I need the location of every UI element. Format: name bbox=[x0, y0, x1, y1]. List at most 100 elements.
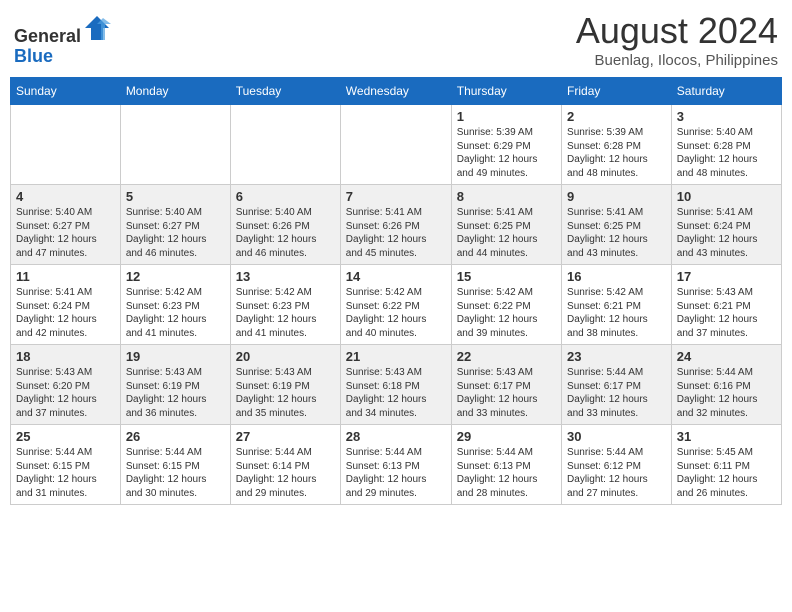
day-info: Sunrise: 5:43 AM Sunset: 6:21 PM Dayligh… bbox=[677, 286, 776, 340]
day-number: 18 bbox=[16, 349, 115, 364]
calendar-cell: 11Sunrise: 5:41 AM Sunset: 6:24 PM Dayli… bbox=[11, 265, 121, 345]
day-info: Sunrise: 5:44 AM Sunset: 6:13 PM Dayligh… bbox=[346, 446, 446, 500]
calendar-cell bbox=[120, 105, 230, 185]
day-info: Sunrise: 5:42 AM Sunset: 6:23 PM Dayligh… bbox=[126, 286, 225, 340]
calendar-cell: 25 Sunrise: 5:44 AM Sunset: 6:15 PM Dayli… bbox=[11, 425, 121, 505]
calendar-cell: 16 Sunrise: 5:42 AM Sunset: 6:21 PM Dayli… bbox=[562, 265, 672, 345]
day-info: Sunrise: 5:44 AM Sunset: 6:12 PM Dayligh… bbox=[567, 446, 666, 500]
logo-icon bbox=[83, 14, 111, 42]
day-info: Sunrise: 5:43 AM Sunset: 6:20 PM Dayligh… bbox=[16, 366, 115, 420]
calendar-cell: 31 Sunrise: 5:45 AM Sunset: 6:11 PM Dayli… bbox=[671, 425, 781, 505]
calendar-cell: 17 Sunrise: 5:43 AM Sunset: 6:21 PM Dayli… bbox=[671, 265, 781, 345]
day-number: 20 bbox=[236, 349, 335, 364]
calendar-cell: 20 Sunrise: 5:43 AM Sunset: 6:19 PM Dayli… bbox=[230, 345, 340, 425]
logo-blue: Blue bbox=[14, 46, 53, 66]
calendar-cell: 29Sunrise: 5:44 AM Sunset: 6:13 PM Dayli… bbox=[451, 425, 561, 505]
day-info: Sunrise: 5:42 AM Sunset: 6:23 PM Dayligh… bbox=[236, 286, 335, 340]
calendar-cell: 15 Sunrise: 5:42 AM Sunset: 6:22 PM Dayli… bbox=[451, 265, 561, 345]
day-info: Sunrise: 5:43 AM Sunset: 6:17 PM Dayligh… bbox=[457, 366, 556, 420]
day-number: 27 bbox=[236, 429, 335, 444]
day-number: 5 bbox=[126, 189, 225, 204]
day-number: 4 bbox=[16, 189, 115, 204]
calendar-cell: 12Sunrise: 5:42 AM Sunset: 6:23 PM Dayli… bbox=[120, 265, 230, 345]
month-title: August 2024 bbox=[576, 10, 778, 52]
week-row-4: 18 Sunrise: 5:43 AM Sunset: 6:20 PM Dayli… bbox=[11, 345, 782, 425]
calendar-cell: 28 Sunrise: 5:44 AM Sunset: 6:13 PM Dayli… bbox=[340, 425, 451, 505]
calendar-cell: 2 Sunrise: 5:39 AM Sunset: 6:28 PM Daylig… bbox=[562, 105, 672, 185]
calendar-cell: 3 Sunrise: 5:40 AM Sunset: 6:28 PM Daylig… bbox=[671, 105, 781, 185]
day-info: Sunrise: 5:41 AM Sunset: 6:24 PM Dayligh… bbox=[677, 206, 776, 260]
day-info: Sunrise: 5:41 AM Sunset: 6:24 PM Dayligh… bbox=[16, 286, 115, 340]
day-info: Sunrise: 5:42 AM Sunset: 6:22 PM Dayligh… bbox=[457, 286, 556, 340]
day-info: Sunrise: 5:40 AM Sunset: 6:26 PM Dayligh… bbox=[236, 206, 335, 260]
weekday-header-wednesday: Wednesday bbox=[340, 78, 451, 105]
day-number: 17 bbox=[677, 269, 776, 284]
day-info: Sunrise: 5:44 AM Sunset: 6:17 PM Dayligh… bbox=[567, 366, 666, 420]
calendar-cell: 27 Sunrise: 5:44 AM Sunset: 6:14 PM Dayli… bbox=[230, 425, 340, 505]
calendar-cell: 13 Sunrise: 5:42 AM Sunset: 6:23 PM Dayli… bbox=[230, 265, 340, 345]
day-info: Sunrise: 5:40 AM Sunset: 6:27 PM Dayligh… bbox=[126, 206, 225, 260]
calendar-cell: 26 Sunrise: 5:44 AM Sunset: 6:15 PM Dayli… bbox=[120, 425, 230, 505]
day-number: 31 bbox=[677, 429, 776, 444]
day-info: Sunrise: 5:43 AM Sunset: 6:19 PM Dayligh… bbox=[126, 366, 225, 420]
calendar-cell: 7Sunrise: 5:41 AM Sunset: 6:26 PM Daylig… bbox=[340, 185, 451, 265]
weekday-header-friday: Friday bbox=[562, 78, 672, 105]
day-number: 1 bbox=[457, 109, 556, 124]
day-info: Sunrise: 5:39 AM Sunset: 6:28 PM Dayligh… bbox=[567, 126, 666, 180]
day-info: Sunrise: 5:41 AM Sunset: 6:25 PM Dayligh… bbox=[567, 206, 666, 260]
logo-general: General bbox=[14, 26, 81, 46]
calendar-cell: 8 Sunrise: 5:41 AM Sunset: 6:25 PM Daylig… bbox=[451, 185, 561, 265]
calendar-cell: 6 Sunrise: 5:40 AM Sunset: 6:26 PM Daylig… bbox=[230, 185, 340, 265]
day-number: 30 bbox=[567, 429, 666, 444]
day-number: 25 bbox=[16, 429, 115, 444]
day-info: Sunrise: 5:45 AM Sunset: 6:11 PM Dayligh… bbox=[677, 446, 776, 500]
day-info: Sunrise: 5:39 AM Sunset: 6:29 PM Dayligh… bbox=[457, 126, 556, 180]
day-number: 2 bbox=[567, 109, 666, 124]
calendar-cell: 5 Sunrise: 5:40 AM Sunset: 6:27 PM Daylig… bbox=[120, 185, 230, 265]
day-number: 26 bbox=[126, 429, 225, 444]
day-info: Sunrise: 5:40 AM Sunset: 6:27 PM Dayligh… bbox=[16, 206, 115, 260]
weekday-header-sunday: Sunday bbox=[11, 78, 121, 105]
page-header: General Blue August 2024 Buenlag, Ilocos… bbox=[10, 10, 782, 69]
day-info: Sunrise: 5:44 AM Sunset: 6:15 PM Dayligh… bbox=[126, 446, 225, 500]
logo: General Blue bbox=[14, 14, 111, 67]
day-info: Sunrise: 5:41 AM Sunset: 6:25 PM Dayligh… bbox=[457, 206, 556, 260]
day-number: 24 bbox=[677, 349, 776, 364]
day-number: 29 bbox=[457, 429, 556, 444]
day-number: 21 bbox=[346, 349, 446, 364]
day-number: 13 bbox=[236, 269, 335, 284]
day-number: 6 bbox=[236, 189, 335, 204]
day-number: 8 bbox=[457, 189, 556, 204]
day-number: 7 bbox=[346, 189, 446, 204]
weekday-header-monday: Monday bbox=[120, 78, 230, 105]
day-info: Sunrise: 5:42 AM Sunset: 6:22 PM Dayligh… bbox=[346, 286, 446, 340]
day-info: Sunrise: 5:44 AM Sunset: 6:15 PM Dayligh… bbox=[16, 446, 115, 500]
calendar-cell: 4 Sunrise: 5:40 AM Sunset: 6:27 PM Daylig… bbox=[11, 185, 121, 265]
day-number: 28 bbox=[346, 429, 446, 444]
day-number: 22 bbox=[457, 349, 556, 364]
calendar-cell: 1 Sunrise: 5:39 AM Sunset: 6:29 PM Daylig… bbox=[451, 105, 561, 185]
calendar-cell: 22 Sunrise: 5:43 AM Sunset: 6:17 PM Dayli… bbox=[451, 345, 561, 425]
weekday-header-saturday: Saturday bbox=[671, 78, 781, 105]
week-row-1: 1 Sunrise: 5:39 AM Sunset: 6:29 PM Daylig… bbox=[11, 105, 782, 185]
calendar-cell: 19 Sunrise: 5:43 AM Sunset: 6:19 PM Dayli… bbox=[120, 345, 230, 425]
day-number: 16 bbox=[567, 269, 666, 284]
day-info: Sunrise: 5:40 AM Sunset: 6:28 PM Dayligh… bbox=[677, 126, 776, 180]
calendar-cell: 23Sunrise: 5:44 AM Sunset: 6:17 PM Dayli… bbox=[562, 345, 672, 425]
calendar-cell bbox=[230, 105, 340, 185]
calendar-cell: 24 Sunrise: 5:44 AM Sunset: 6:16 PM Dayli… bbox=[671, 345, 781, 425]
calendar-cell bbox=[340, 105, 451, 185]
logo-text: General Blue bbox=[14, 14, 111, 67]
calendar-cell: 21Sunrise: 5:43 AM Sunset: 6:18 PM Dayli… bbox=[340, 345, 451, 425]
calendar-cell: 18 Sunrise: 5:43 AM Sunset: 6:20 PM Dayli… bbox=[11, 345, 121, 425]
day-number: 19 bbox=[126, 349, 225, 364]
day-info: Sunrise: 5:43 AM Sunset: 6:19 PM Dayligh… bbox=[236, 366, 335, 420]
day-number: 15 bbox=[457, 269, 556, 284]
week-row-3: 11Sunrise: 5:41 AM Sunset: 6:24 PM Dayli… bbox=[11, 265, 782, 345]
day-info: Sunrise: 5:44 AM Sunset: 6:14 PM Dayligh… bbox=[236, 446, 335, 500]
title-block: August 2024 Buenlag, Ilocos, Philippines bbox=[576, 10, 778, 69]
calendar-cell: 9Sunrise: 5:41 AM Sunset: 6:25 PM Daylig… bbox=[562, 185, 672, 265]
day-info: Sunrise: 5:42 AM Sunset: 6:21 PM Dayligh… bbox=[567, 286, 666, 340]
day-info: Sunrise: 5:44 AM Sunset: 6:16 PM Dayligh… bbox=[677, 366, 776, 420]
day-number: 3 bbox=[677, 109, 776, 124]
